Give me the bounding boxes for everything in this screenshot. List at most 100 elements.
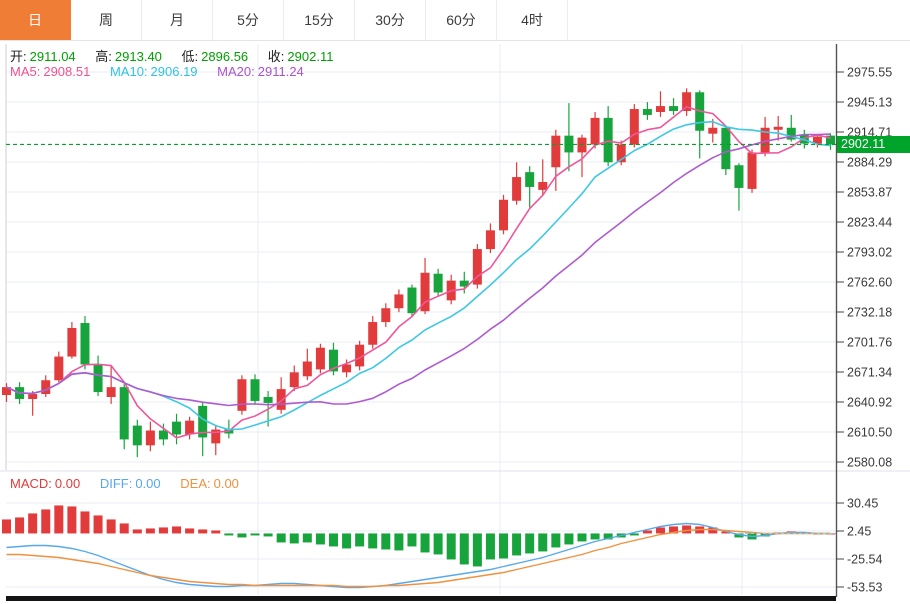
macd-bar	[564, 533, 573, 544]
candle-body	[54, 357, 63, 381]
macd-bar	[185, 528, 194, 533]
high-label: 高:	[95, 49, 112, 64]
macd-bar	[2, 519, 11, 533]
macd-bar	[120, 523, 129, 533]
candle-body	[486, 230, 495, 249]
candle-body	[342, 364, 351, 372]
diff-line	[7, 524, 831, 588]
candle-body	[774, 127, 783, 130]
macd-bar	[381, 533, 390, 549]
price-axis-label: 2732.18	[847, 306, 892, 320]
macd-bar	[447, 533, 456, 559]
candle-body	[28, 394, 37, 399]
candle-body	[630, 109, 639, 145]
candle-body	[290, 372, 299, 387]
macd-bar	[224, 533, 233, 535]
macd-bar	[15, 517, 24, 533]
low-label: 低:	[182, 49, 199, 64]
ma10-legend: MA10:2906.19	[110, 64, 198, 79]
macd-bar	[54, 505, 63, 533]
tab-week[interactable]: 周	[71, 0, 142, 40]
macd-axis-label: 30.45	[847, 497, 878, 511]
ma5-value: 2908.51	[43, 64, 90, 79]
macd-bar	[368, 533, 377, 548]
macd-bar	[28, 513, 37, 533]
tab-60min[interactable]: 60分	[426, 0, 497, 40]
tab-30min[interactable]: 30分	[355, 0, 426, 40]
candle-body	[525, 172, 534, 187]
macd-bar	[394, 533, 403, 550]
price-axis-label: 2884.29	[847, 156, 892, 170]
current-price-label: 2902.11	[837, 136, 910, 153]
ohlc-high: 高:2913.40	[95, 49, 162, 64]
macd-bar	[512, 533, 521, 555]
open-value: 2911.04	[30, 49, 76, 64]
candle-body	[538, 182, 547, 190]
candle-body	[316, 348, 325, 370]
macd-bar	[486, 533, 495, 559]
macd-bar	[211, 530, 220, 533]
candle-body	[551, 136, 560, 168]
macd-bar	[342, 533, 351, 548]
macd-bar	[499, 533, 508, 558]
macd-bar	[133, 529, 142, 533]
macd-bar	[421, 533, 430, 552]
candle-body	[264, 397, 273, 403]
diff-value-legend: DIFF:0.00	[100, 476, 161, 491]
candle-body	[80, 323, 89, 364]
tab-month[interactable]: 月	[142, 0, 213, 40]
macd-bar	[290, 533, 299, 543]
ma-legend: MA5:2908.51 MA10:2906.19 MA20:2911.24	[10, 64, 320, 79]
macd-bar	[473, 533, 482, 566]
macd-bar	[107, 519, 116, 533]
dea-label: DEA:	[180, 476, 210, 491]
candlestick-chart[interactable]: 2975.552945.132914.712884.292853.872823.…	[0, 0, 910, 604]
macd-bar	[355, 533, 364, 546]
macd-bar	[316, 533, 325, 544]
diff-value: 0.00	[135, 476, 160, 491]
candle-body	[237, 379, 246, 411]
macd-bar	[41, 509, 50, 533]
diff-label: DIFF:	[100, 476, 133, 491]
ma10-line	[7, 122, 831, 430]
tab-day[interactable]: 日	[0, 0, 71, 40]
timeframe-tabbar: 日 周 月 5分 15分 30分 60分 4时	[0, 0, 910, 41]
macd-axis-label: -53.53	[847, 581, 882, 595]
macd-bar	[591, 533, 600, 539]
close-label: 收:	[268, 49, 285, 64]
open-label: 开:	[10, 49, 27, 64]
ma10-label: MA10:	[110, 64, 148, 79]
price-axis-label: 2823.44	[847, 216, 892, 230]
price-axis-label: 2793.02	[847, 246, 892, 260]
macd-legend: MACD:0.00 DIFF:0.00 DEA: 0.00	[10, 476, 255, 491]
candle-body	[748, 152, 757, 188]
price-axis-label: 2640.92	[847, 396, 892, 410]
candle-body	[512, 177, 521, 201]
tab-15min[interactable]: 15分	[284, 0, 355, 40]
price-axis-label: 2853.87	[847, 186, 892, 200]
candle-body	[499, 200, 508, 231]
macd-bar	[656, 527, 665, 533]
candle-body	[277, 389, 286, 410]
high-value: 2913.40	[115, 49, 162, 64]
ma20-line	[7, 134, 831, 405]
price-axis-label: 2610.50	[847, 426, 892, 440]
ma20-label: MA20:	[217, 64, 255, 79]
candle-body	[407, 288, 416, 314]
macd-value-legend: MACD:0.00	[10, 476, 80, 491]
candle-body	[394, 294, 403, 308]
candle-body	[41, 380, 50, 394]
candle-body	[172, 422, 181, 435]
macd-bar	[198, 529, 207, 533]
tab-4hour[interactable]: 4时	[497, 0, 568, 40]
macd-bar	[172, 526, 181, 533]
candle-body	[656, 106, 665, 112]
candle-body	[708, 128, 717, 134]
ohlc-open: 开:2911.04	[10, 49, 76, 64]
macd-axis-label: 2.45	[847, 525, 871, 539]
low-value: 2896.56	[201, 49, 248, 64]
tab-5min[interactable]: 5分	[213, 0, 284, 40]
macd-axis-label: -25.54	[847, 553, 882, 567]
candle-body	[146, 431, 155, 446]
ma10-value: 2906.19	[151, 64, 198, 79]
